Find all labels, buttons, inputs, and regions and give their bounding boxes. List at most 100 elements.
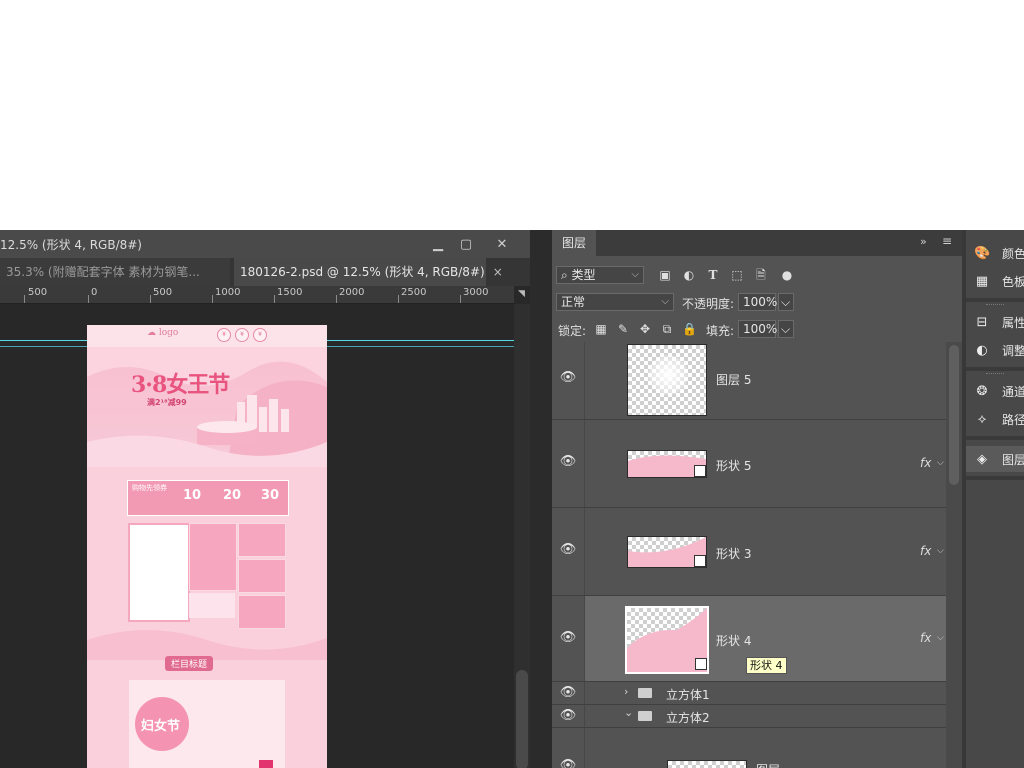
eye-icon[interactable]: 👁 [553,758,583,768]
eye-icon[interactable]: 👁 [553,630,583,645]
filter-kind-select[interactable]: ⌕ 类型 ⌵ [556,266,644,284]
dock-item-swatches[interactable]: ▦ 色板 [966,268,1024,294]
text-filter-icon[interactable]: T [706,268,720,282]
layer-name-tooltip: 形状 4 [746,657,787,674]
horizontal-ruler[interactable]: 500 0 500 1000 1500 2000 2500 3000 [0,286,514,304]
layer-row[interactable]: 👁 图层 [552,728,946,768]
promo-tag [259,760,273,768]
chevron-down-icon: ⌵ [661,296,669,307]
coupon-value: 30 [261,488,280,503]
layer-name[interactable]: 图层 5 [716,371,751,388]
document-tab-bar: 35.3% (附赠配套字体 素材为钢笔... 180126-2.psd @ 12… [0,258,530,286]
opacity-dropdown[interactable]: ⌵ [778,293,794,311]
shape-filter-icon[interactable]: ⬚ [730,268,744,282]
effects-icon[interactable]: fx [920,544,931,558]
lock-label: 锁定: [558,324,587,338]
ruler-menu-icon[interactable]: ◥ [518,289,525,299]
layer-group-row[interactable]: 👁 › 立方体1 [552,682,946,705]
eye-icon[interactable]: 👁 [553,370,583,385]
minimize-button[interactable]: ▁ [425,234,451,254]
artboard[interactable]: ☁ logo ¥ ¥ ¥ 3·8女王节 满2¹⁸减99 购物先领券 10 20 … [87,325,327,768]
layer-row[interactable]: 👁 形状 3 fx ⌵ [552,508,946,596]
effects-icon[interactable]: fx [920,456,931,470]
adjust-filter-icon[interactable]: ◐ [682,268,696,282]
visibility-toggle[interactable]: 👁 [552,420,585,507]
adjustments-icon: ◐ [976,343,988,358]
tab-document-1[interactable]: 35.3% (附赠配套字体 素材为钢笔... [0,258,230,286]
ruler-label: 2500 [401,287,427,298]
visibility-toggle[interactable]: 👁 [552,728,585,768]
group-name[interactable]: 立方体2 [666,709,710,726]
layer-name[interactable]: 形状 3 [716,545,751,562]
close-window-button[interactable]: ✕ [489,234,515,254]
visibility-toggle[interactable]: 👁 [552,596,585,681]
lock-transparency-icon[interactable]: ▦ [594,322,608,336]
effects-icon[interactable]: fx [920,631,931,645]
eye-icon[interactable]: 👁 [553,542,583,557]
dock-item-adjustments[interactable]: ◐ 调整 [966,337,1024,363]
smart-filter-icon[interactable]: 🗎 [754,268,768,282]
dock-label: 颜色 [1002,247,1024,261]
ruler-label: 0 [91,287,98,298]
fill-dropdown[interactable]: ⌵ [778,320,794,338]
dock-item-paths[interactable]: ⟡ 路径 [966,406,1024,432]
collapse-panel-icon[interactable]: » [920,235,927,248]
tab-layers[interactable]: 图层 [552,230,596,256]
layer-name[interactable]: 形状 4 [716,632,751,649]
chevron-down-icon: ⌵ [781,322,791,336]
lock-row: 锁定: ▦ ✎ ✥ ⧉ 🔒 填充: 100% ⌵ [552,316,962,342]
visibility-toggle[interactable]: 👁 [552,705,585,727]
fill-field[interactable]: 100% [738,320,777,338]
hero-waves [87,347,327,467]
lock-artboard-icon[interactable]: ⧉ [660,322,674,336]
layer-name[interactable]: 图层 [756,761,780,768]
tab-document-2[interactable]: 180126-2.psd @ 12.5% (形状 4, RGB/8#) × [234,258,503,286]
ruler-label: 2000 [339,287,365,298]
folder-open-icon [638,711,652,721]
dock-item-color[interactable]: 🎨 颜色 [966,240,1024,266]
layer-group-row[interactable]: 👁 ⌄ 立方体2 [552,705,946,728]
eye-icon[interactable]: 👁 [553,454,583,469]
maximize-button[interactable]: ▢ [453,234,479,254]
layer-filter-row: ⌕ 类型 ⌵ ▣ ◐ T ⬚ 🗎 ● [552,262,962,288]
toggle-filter-icon[interactable]: ● [780,268,794,282]
visibility-toggle[interactable]: 👁 [552,682,585,704]
group-name[interactable]: 立方体1 [666,686,710,703]
chevron-right-icon[interactable]: › [624,685,628,698]
properties-icon: ⊟ [976,315,988,330]
eye-icon[interactable]: 👁 [553,685,583,700]
visibility-toggle[interactable]: 👁 [552,508,585,595]
scrollbar-thumb[interactable] [516,670,528,768]
chevron-down-icon[interactable]: ⌵ [937,633,944,643]
bubble-text: 妇女节 [141,719,181,734]
dock-item-properties[interactable]: ⊟ 属性 [966,309,1024,335]
window-title-bar[interactable]: 12.5% (形状 4, RGB/8#) ▁ ▢ ✕ [0,230,530,258]
blend-mode-select[interactable]: 正常 ⌵ [556,293,674,311]
layer-name[interactable]: 形状 5 [716,457,751,474]
layer-row[interactable]: 👁 图层 5 [552,342,946,420]
tab-close-icon[interactable]: × [493,265,503,279]
dock-grip[interactable] [986,373,1004,376]
lock-position-icon[interactable]: ✥ [638,322,652,336]
chevron-down-icon[interactable]: ⌵ [937,458,944,468]
image-filter-icon[interactable]: ▣ [658,268,672,282]
dock-item-layers[interactable]: ◈ 图层 [966,446,1024,472]
chevron-down-icon[interactable]: ⌵ [937,546,944,556]
lock-all-icon[interactable]: 🔒 [682,322,697,336]
coupon-value: 10 [183,488,202,503]
visibility-toggle[interactable]: 👁 [552,342,585,419]
scrollbar-thumb[interactable] [949,345,959,485]
tab-label: 180126-2.psd @ 12.5% (形状 4, RGB/8#) [240,265,485,279]
dock-grip[interactable] [986,304,1004,307]
panel-menu-icon[interactable]: ≡ [942,234,952,248]
layer-row[interactable]: 👁 形状 5 fx ⌵ [552,420,946,508]
opacity-field[interactable]: 100% [738,293,777,311]
product-card [189,523,237,591]
eye-icon[interactable]: 👁 [553,708,583,723]
dock-item-channels[interactable]: ❂ 通道 [966,378,1024,404]
promo-bubble: 妇女节 [135,697,189,751]
section-title: 栏目标题 [165,656,214,671]
chevron-down-icon: ⌵ [781,295,791,309]
lock-pixels-icon[interactable]: ✎ [616,322,630,336]
chevron-down-icon[interactable]: ⌄ [624,706,633,719]
